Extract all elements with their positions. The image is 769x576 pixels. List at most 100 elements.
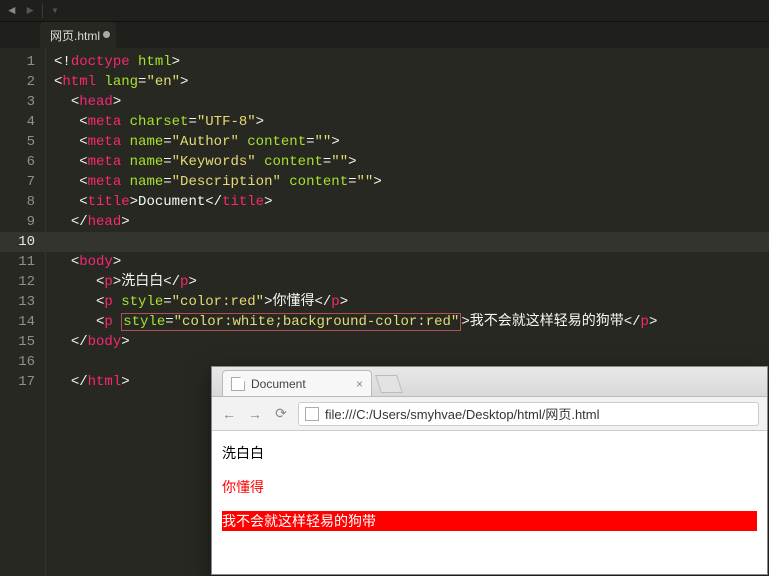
code-token: <: [71, 254, 79, 270]
code-token: name: [130, 154, 164, 170]
browser-navbar: ← → ⟳ file:///C:/Users/smyhvae/Desktop/h…: [212, 397, 767, 431]
browser-tab-title: Document: [251, 377, 306, 391]
code-token: =: [163, 174, 171, 190]
code-token: p: [331, 294, 339, 310]
code-token: "": [331, 154, 348, 170]
code-token: >: [113, 274, 121, 290]
code-token: </: [624, 314, 641, 330]
code-token: <: [71, 94, 79, 110]
code-token: <: [79, 194, 87, 210]
code-token: [54, 94, 71, 110]
code-token: [54, 294, 96, 310]
code-token: [54, 174, 79, 190]
code-line[interactable]: <head>: [54, 92, 769, 112]
rendered-paragraph-2: 你懂得: [222, 477, 757, 497]
rendered-paragraph-3: 我不会就这样轻易的狗带: [222, 511, 757, 531]
line-number: 10: [0, 232, 45, 252]
code-line[interactable]: <html lang="en">: [54, 72, 769, 92]
code-line[interactable]: <!doctype html>: [54, 52, 769, 72]
code-token: <: [79, 134, 87, 150]
code-token: [54, 134, 79, 150]
code-token: >: [121, 334, 129, 350]
editor-tab[interactable]: 网页.html: [40, 22, 116, 48]
code-token: >: [264, 194, 272, 210]
code-token: "Author": [172, 134, 239, 150]
code-token: [121, 114, 129, 130]
code-token: [54, 374, 71, 390]
code-token: meta: [88, 174, 122, 190]
browser-tab[interactable]: Document ×: [222, 370, 372, 396]
code-token: [121, 154, 129, 170]
code-line[interactable]: </body>: [54, 332, 769, 352]
code-token: doctype: [71, 54, 130, 70]
line-number: 6: [0, 152, 35, 172]
code-token: [54, 254, 71, 270]
code-token: >: [331, 134, 339, 150]
close-icon[interactable]: ×: [356, 377, 363, 391]
code-token: >: [121, 374, 129, 390]
code-line[interactable]: <meta name="Keywords" content="">: [54, 152, 769, 172]
code-token: Document: [138, 194, 205, 210]
code-token: [121, 174, 129, 190]
editor-tab-title: 网页.html: [50, 27, 100, 44]
code-token: [113, 314, 121, 330]
code-token: head: [88, 214, 122, 230]
code-line[interactable]: <meta name="Author" content="">: [54, 132, 769, 152]
code-token: </: [314, 294, 331, 310]
code-line[interactable]: <p style="color:red">你懂得</p>: [54, 292, 769, 312]
code-token: [256, 154, 264, 170]
code-token: 你懂得: [272, 294, 314, 310]
code-token: >: [348, 154, 356, 170]
code-line[interactable]: <meta name="Description" content="">: [54, 172, 769, 192]
code-token: =: [163, 294, 171, 310]
code-token: title: [88, 194, 130, 210]
line-number: 1: [0, 52, 35, 72]
code-token: </: [205, 194, 222, 210]
code-token: =: [306, 134, 314, 150]
code-token: p: [104, 274, 112, 290]
code-line[interactable]: </head>: [54, 212, 769, 232]
code-token: =: [163, 134, 171, 150]
dirty-indicator-icon: [103, 31, 110, 38]
browser-back-icon[interactable]: ←: [220, 406, 238, 422]
line-number: 12: [0, 272, 35, 292]
code-token: <: [79, 174, 87, 190]
code-token: >: [180, 74, 188, 90]
code-line[interactable]: <title>Document</title>: [54, 192, 769, 212]
dropdown-icon[interactable]: ▾: [47, 3, 63, 19]
editor-tabbar: 网页.html: [0, 22, 769, 48]
page-icon: [231, 377, 245, 391]
code-line[interactable]: <p>洗白白</p>: [54, 272, 769, 292]
code-token: =: [165, 314, 173, 330]
browser-window: Document × ← → ⟳ file:///C:/Users/smyhva…: [212, 367, 767, 574]
code-token: [113, 294, 121, 310]
code-token: content: [289, 174, 348, 190]
rendered-paragraph-1: 洗白白: [222, 443, 757, 463]
code-token: body: [79, 254, 113, 270]
code-token: "Keywords": [172, 154, 256, 170]
nav-back-icon[interactable]: ◄: [4, 3, 20, 19]
browser-tabstrip: Document ×: [212, 367, 767, 397]
code-token: p: [104, 294, 112, 310]
code-token: "color:red": [172, 294, 264, 310]
code-token: style: [123, 314, 165, 330]
code-line[interactable]: <p style="color:white;background-color:r…: [54, 312, 769, 332]
code-line[interactable]: <body>: [54, 252, 769, 272]
code-token: "color:white;background-color:red": [174, 314, 460, 330]
line-number: 7: [0, 172, 35, 192]
code-token: title: [222, 194, 264, 210]
line-number: 15: [0, 332, 35, 352]
browser-reload-icon[interactable]: ⟳: [272, 405, 290, 422]
browser-forward-icon[interactable]: →: [246, 406, 264, 422]
address-bar-url: file:///C:/Users/smyhvae/Desktop/html/网页…: [325, 404, 600, 423]
new-tab-button[interactable]: [375, 375, 403, 393]
nav-forward-icon[interactable]: ►: [22, 3, 38, 19]
code-line[interactable]: <meta charset="UTF-8">: [54, 112, 769, 132]
code-token: <: [79, 114, 87, 130]
code-token: [54, 194, 79, 210]
browser-viewport: 洗白白 你懂得 我不会就这样轻易的狗带: [212, 431, 767, 574]
address-bar[interactable]: file:///C:/Users/smyhvae/Desktop/html/网页…: [298, 402, 759, 426]
code-token: [54, 274, 96, 290]
file-protocol-icon: [305, 407, 319, 421]
code-token: "": [357, 174, 374, 190]
